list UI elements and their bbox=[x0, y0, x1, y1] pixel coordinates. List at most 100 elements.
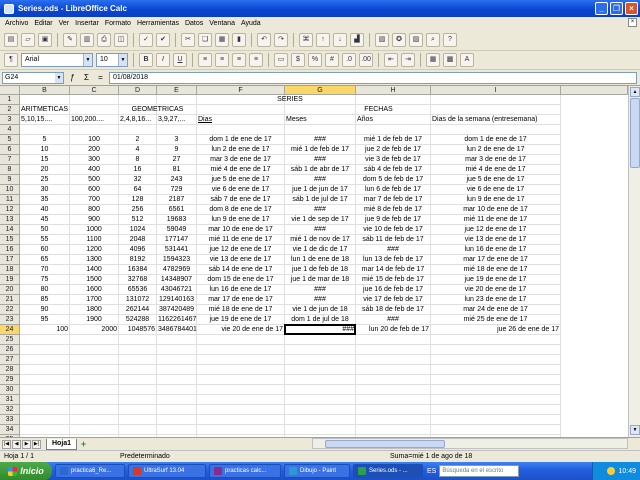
data-cell[interactable]: vie 3 de feb de 17 bbox=[356, 155, 431, 165]
data-cell[interactable]: 45 bbox=[20, 215, 70, 225]
language-indicator[interactable]: ES bbox=[427, 468, 436, 475]
data-cell[interactable]: 2187 bbox=[157, 195, 197, 205]
grid-cell[interactable] bbox=[157, 425, 197, 435]
underline-icon[interactable]: U bbox=[173, 53, 187, 67]
data-cell[interactable]: mié 1 de feb de 17 bbox=[285, 145, 356, 155]
data-cell[interactable]: 16384 bbox=[119, 265, 157, 275]
grid-cell[interactable] bbox=[197, 345, 285, 355]
data-cell[interactable]: lun 6 de feb de 17 bbox=[356, 185, 431, 195]
grid-cell[interactable] bbox=[157, 405, 197, 415]
data-cell[interactable]: 2048 bbox=[119, 235, 157, 245]
data-cell[interactable]: vie 1 de sep de 17 bbox=[285, 215, 356, 225]
taskbar-item[interactable]: Series.ods - ... bbox=[353, 464, 423, 478]
data-cell[interactable]: vie 1 de jun de 18 bbox=[285, 305, 356, 315]
row-header[interactable]: 2 bbox=[0, 105, 20, 115]
data-cell[interactable]: mié 8 de feb de 17 bbox=[356, 205, 431, 215]
taskbar-item[interactable]: practica6_Re... bbox=[55, 464, 125, 478]
formula-input[interactable]: 01/08/2018 bbox=[109, 71, 637, 84]
data-cell[interactable]: dom 15 de ene de 17 bbox=[197, 275, 285, 285]
grid-cell[interactable] bbox=[119, 355, 157, 365]
new-icon[interactable]: ▤ bbox=[4, 32, 18, 47]
grid-cell[interactable] bbox=[197, 385, 285, 395]
row-header[interactable]: 8 bbox=[0, 165, 20, 175]
data-cell[interactable]: 9 bbox=[157, 145, 197, 155]
grid-cell[interactable] bbox=[197, 365, 285, 375]
data-cell[interactable]: 80 bbox=[20, 285, 70, 295]
data-cell[interactable]: 25 bbox=[20, 175, 70, 185]
column-header-c[interactable]: C bbox=[70, 86, 119, 95]
grid-cell[interactable] bbox=[119, 335, 157, 345]
row-header[interactable]: 4 bbox=[0, 125, 20, 135]
bold-icon[interactable]: B bbox=[139, 53, 153, 67]
data-cell[interactable]: sáb 7 de ene de 17 bbox=[197, 195, 285, 205]
data-cell[interactable]: sáb 11 de feb de 17 bbox=[356, 235, 431, 245]
data-cell[interactable]: 15 bbox=[20, 155, 70, 165]
grid-cell[interactable] bbox=[119, 405, 157, 415]
grid-cell[interactable] bbox=[70, 415, 119, 425]
data-cell[interactable]: mié 11 de ene de 17 bbox=[431, 215, 561, 225]
data-cell[interactable]: vie 6 de ene de 17 bbox=[197, 185, 285, 195]
edit-file-icon[interactable]: ✎ bbox=[63, 32, 77, 47]
taskbar-item[interactable]: Dibujo - Paint bbox=[284, 464, 350, 478]
data-cell[interactable]: 85 bbox=[20, 295, 70, 305]
grid-cell[interactable] bbox=[119, 385, 157, 395]
menu-datos[interactable]: Datos bbox=[182, 20, 206, 27]
data-cell[interactable]: jue 19 de ene de 17 bbox=[197, 315, 285, 325]
row-header[interactable]: 16 bbox=[0, 245, 20, 255]
function-wizard-icon[interactable]: ƒ bbox=[67, 72, 78, 84]
grid-cell[interactable] bbox=[197, 355, 285, 365]
grid-cell[interactable] bbox=[285, 335, 356, 345]
grid-cell[interactable] bbox=[285, 415, 356, 425]
row-header[interactable]: 12 bbox=[0, 205, 20, 215]
data-cell[interactable]: 512 bbox=[119, 215, 157, 225]
grid-cell[interactable] bbox=[157, 395, 197, 405]
decrease-indent-icon[interactable]: ⇤ bbox=[384, 53, 398, 67]
grid-cell[interactable] bbox=[70, 405, 119, 415]
grid-cell[interactable] bbox=[197, 375, 285, 385]
data-cell[interactable]: vie 10 de feb de 17 bbox=[356, 225, 431, 235]
row-header[interactable]: 17 bbox=[0, 255, 20, 265]
row-header[interactable]: 14 bbox=[0, 225, 20, 235]
chart-icon[interactable]: ▟ bbox=[350, 32, 364, 47]
data-cell[interactable]: lun 1 de ene de 18 bbox=[285, 255, 356, 265]
grid-cell[interactable] bbox=[157, 375, 197, 385]
grid-cell[interactable] bbox=[285, 395, 356, 405]
data-cell[interactable]: 2 bbox=[119, 135, 157, 145]
grid-cell[interactable] bbox=[285, 125, 356, 135]
percent-icon[interactable]: % bbox=[308, 53, 322, 67]
row-header[interactable]: 10 bbox=[0, 185, 20, 195]
row-header[interactable]: 6 bbox=[0, 145, 20, 155]
data-cell[interactable]: mié 4 de ene de 17 bbox=[197, 165, 285, 175]
data-cell[interactable]: sáb 1 de abr de 17 bbox=[285, 165, 356, 175]
grid-cell[interactable] bbox=[356, 335, 431, 345]
data-cell[interactable]: 14348907 bbox=[157, 275, 197, 285]
row-header[interactable]: 9 bbox=[0, 175, 20, 185]
data-cell[interactable]: 16 bbox=[119, 165, 157, 175]
grid-cell[interactable] bbox=[20, 425, 70, 435]
data-cell[interactable]: ### bbox=[356, 315, 431, 325]
data-cell[interactable]: sáb 18 de feb de 17 bbox=[356, 305, 431, 315]
data-cell[interactable]: 256 bbox=[119, 205, 157, 215]
data-cell[interactable]: 1700 bbox=[70, 295, 119, 305]
grid-cell[interactable] bbox=[197, 405, 285, 415]
grid-cell[interactable] bbox=[431, 415, 561, 425]
data-cell[interactable]: lun 9 de ene de 17 bbox=[431, 195, 561, 205]
align-center-icon[interactable]: ≡ bbox=[215, 53, 229, 67]
data-cell[interactable]: 32768 bbox=[119, 275, 157, 285]
data-cell[interactable]: 27 bbox=[157, 155, 197, 165]
data-cell[interactable]: 2000 bbox=[70, 325, 119, 335]
merge-cells-icon[interactable]: ▭ bbox=[274, 53, 288, 67]
grid-cell[interactable] bbox=[157, 335, 197, 345]
row-header[interactable]: 13 bbox=[0, 215, 20, 225]
menu-herramientas[interactable]: Herramientas bbox=[134, 20, 182, 27]
open-icon[interactable]: ▱ bbox=[21, 32, 35, 47]
data-cell[interactable]: 32 bbox=[119, 175, 157, 185]
data-cell[interactable]: 387420489 bbox=[157, 305, 197, 315]
grid-cell[interactable] bbox=[285, 375, 356, 385]
save-icon[interactable]: ▣ bbox=[38, 32, 52, 47]
grid-cell[interactable] bbox=[356, 385, 431, 395]
data-cell[interactable]: 64 bbox=[119, 185, 157, 195]
data-cell[interactable]: lun 2 de ene de 17 bbox=[431, 145, 561, 155]
data-cell[interactable]: 1100 bbox=[70, 235, 119, 245]
taskbar-item[interactable]: UltraSurf 13.04 bbox=[128, 464, 206, 478]
